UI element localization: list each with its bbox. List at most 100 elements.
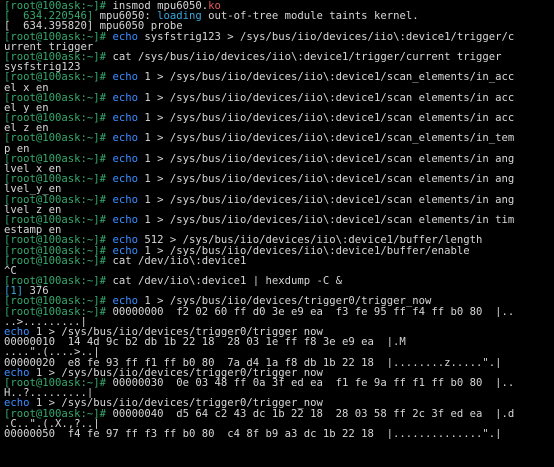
terminal-line: echo 1 > /sys/bus/iio/devices/trigger0/t… bbox=[4, 368, 554, 378]
terminal-line: [root@100ask:~]# echo 1 > /sys/bus/iio/d… bbox=[4, 296, 554, 306]
command-keyword: echo bbox=[4, 327, 30, 338]
command-text: cat /dev/iio\:device1 bbox=[106, 255, 247, 266]
command-text: 1 > /sys/bus/iio/devices/trigger0/trigge… bbox=[29, 327, 323, 338]
terminal-line: 00000050 f4 fe 97 ff f3 ff b0 80 c4 8f b… bbox=[4, 429, 554, 439]
terminal-line: lvel_y_en bbox=[4, 184, 554, 194]
command-keyword: echo bbox=[106, 194, 138, 205]
output-text: 00000050 f4 fe 97 ff f3 ff b0 80 c4 8f b… bbox=[4, 428, 502, 440]
output-text: H..?.........| bbox=[4, 388, 94, 399]
command-text: 1 > /sys/bus/iio/devices/iio\:device1/sc… bbox=[137, 133, 515, 144]
shell-prompt: [root@100ask:~]# bbox=[4, 377, 107, 389]
terminal-line: [root@100ask:~]# cat /sys/bus/iio/device… bbox=[4, 52, 554, 62]
output-text: urrent_trigger bbox=[4, 41, 94, 52]
terminal-line: 00000010 14 4d 9c b2 db 1b 22 18 28 03 1… bbox=[4, 337, 554, 347]
command-keyword: echo bbox=[106, 72, 138, 83]
output-text: el_x_en bbox=[4, 82, 49, 93]
shell-prompt: [root@100ask:~]# bbox=[4, 408, 107, 419]
terminal-line: estamp_en bbox=[4, 225, 554, 235]
file-extension: ko bbox=[208, 1, 221, 12]
output-text: ....".(....>..| bbox=[4, 347, 100, 358]
shell-prompt: [root@100ask:~]# bbox=[4, 133, 107, 144]
terminal-line: ..>.........| bbox=[4, 317, 554, 327]
output-text: estamp_en bbox=[4, 225, 62, 236]
command-keyword: echo bbox=[106, 113, 138, 124]
terminal-line: ....".(....>..| bbox=[4, 347, 554, 357]
terminal-window[interactable]: [root@100ask:~]# insmod mpu6050.ko[ 634.… bbox=[0, 0, 554, 467]
terminal-line: el_y_en bbox=[4, 103, 554, 113]
terminal-line: [ 634.220546] mpu6050: loading out-of-tr… bbox=[4, 11, 554, 21]
terminal-line: p_en bbox=[4, 144, 554, 154]
terminal-line: echo 1 > /sys/bus/iio/devices/trigger0/t… bbox=[4, 398, 554, 408]
command-text: 1 > /sys/bus/iio/devices/trigger0/trigge… bbox=[137, 296, 432, 307]
terminal-line: el_z_en bbox=[4, 123, 554, 133]
output-text: 00000010 14 4d 9c b2 db 1b 22 18 28 03 1… bbox=[4, 337, 406, 348]
shell-prompt: [root@100ask:~]# bbox=[4, 214, 107, 226]
terminal-line: ^C bbox=[4, 266, 554, 276]
terminal-line: [root@100ask:~]# cat /dev/iio\:device1 |… bbox=[4, 276, 554, 286]
command-keyword: echo bbox=[106, 235, 138, 246]
command-keyword: echo bbox=[106, 296, 138, 307]
command-text: 1 > /sys/bus/iio/devices/iio\:device1/sc… bbox=[137, 92, 515, 103]
kernel-timestamp: [ 634.220546] bbox=[4, 11, 94, 22]
shell-prompt: [root@100ask:~]# bbox=[4, 113, 107, 124]
terminal-line: [root@100ask:~]# echo 1 > /sys/bus/iio/d… bbox=[4, 195, 554, 205]
job-pid: 376 bbox=[23, 286, 49, 297]
output-text: lvel_x_en bbox=[4, 164, 62, 175]
shell-prompt: [root@100ask:~]# bbox=[4, 51, 107, 63]
job-number: [1] bbox=[4, 286, 24, 297]
output-text: [ 634.395820] mpu6050 probe bbox=[4, 21, 183, 32]
output-text: lvel_y_en bbox=[4, 184, 62, 195]
command-text: cat /dev/iio\:device1 | hexdump -C & bbox=[106, 276, 343, 287]
command-keyword: echo bbox=[106, 133, 138, 144]
terminal-line: [root@100ask:~]# echo 1 > /sys/bus/iio/d… bbox=[4, 246, 554, 256]
output-text: el_z_en bbox=[4, 123, 49, 134]
shell-prompt: [root@100ask:~]# bbox=[4, 1, 107, 12]
command-keyword: echo bbox=[106, 92, 138, 103]
command-keyword: echo bbox=[106, 174, 138, 185]
shell-prompt: [root@100ask:~]# bbox=[4, 235, 107, 246]
output-text: p_en bbox=[4, 143, 30, 154]
terminal-line: [root@100ask:~]# 00000030 0e 03 48 ff 0a… bbox=[4, 378, 554, 388]
command-text: 1 > /sys/bus/iio/devices/iio\:device1/sc… bbox=[137, 72, 515, 83]
terminal-line: [root@100ask:~]# insmod mpu6050.ko bbox=[4, 1, 554, 11]
terminal-line: urrent_trigger bbox=[4, 42, 554, 52]
command-keyword: echo bbox=[106, 214, 138, 226]
command-text: 1 > /sys/bus/iio/devices/trigger0/trigge… bbox=[29, 398, 323, 409]
shell-prompt: [root@100ask:~]# bbox=[4, 276, 107, 287]
terminal-line: H..?.........| bbox=[4, 388, 554, 398]
command-keyword: echo bbox=[4, 367, 30, 378]
shell-prompt: [root@100ask:~]# bbox=[4, 296, 107, 307]
terminal-line: [root@100ask:~]# echo 1 > /sys/bus/iio/d… bbox=[4, 133, 554, 143]
output-text: sysfstrig123 bbox=[4, 62, 81, 73]
terminal-line: echo 1 > /sys/bus/iio/devices/trigger0/t… bbox=[4, 327, 554, 337]
command-text: 1 > /sys/bus/iio/devices/iio\:device1/sc… bbox=[137, 174, 515, 185]
command-text: 1 > /sys/bus/iio/devices/trigger0/trigge… bbox=[29, 367, 323, 378]
terminal-line: el_x_en bbox=[4, 83, 554, 93]
command-text: 1 > /sys/bus/iio/devices/iio\:device1/sc… bbox=[137, 214, 515, 226]
command-text: 1 > /sys/bus/iio/devices/iio\:device1/sc… bbox=[137, 194, 515, 205]
shell-prompt: [root@100ask:~]# bbox=[4, 31, 107, 42]
terminal-line: [root@100ask:~]# echo sysfstrig123 > /sy… bbox=[4, 32, 554, 42]
shell-prompt: [root@100ask:~]# bbox=[4, 72, 107, 83]
output-text: lvel_z_en bbox=[4, 204, 62, 215]
terminal-line: [root@100ask:~]# echo 1 > /sys/bus/iio/d… bbox=[4, 72, 554, 82]
output-text: el_y_en bbox=[4, 102, 49, 114]
command-text: 00000040 d5 64 c2 43 dc 1b 22 18 28 03 5… bbox=[106, 408, 515, 419]
shell-prompt: [root@100ask:~]# bbox=[4, 306, 107, 317]
shell-prompt: [root@100ask:~]# bbox=[4, 255, 107, 266]
command-keyword: echo bbox=[106, 153, 138, 164]
shell-prompt: [root@100ask:~]# bbox=[4, 174, 107, 185]
kernel-message: out-of-tree module taints kernel. bbox=[201, 11, 419, 22]
command-keyword: echo bbox=[106, 31, 138, 42]
terminal-line: [root@100ask:~]# cat /dev/iio\:device1 bbox=[4, 256, 554, 266]
terminal-line: sysfstrig123 bbox=[4, 62, 554, 72]
kernel-highlight: loading bbox=[157, 11, 202, 22]
terminal-line: .C..".(.X.,?..| bbox=[4, 419, 554, 429]
command-text: 1 > /sys/bus/iio/devices/iio\:device1/sc… bbox=[137, 153, 515, 164]
terminal-line: [1] 376 bbox=[4, 286, 554, 296]
command-text: 512 > /sys/bus/iio/devices/iio\:device1/… bbox=[137, 235, 483, 246]
output-text: .C..".(.X.,?..| bbox=[4, 418, 100, 429]
terminal-line: [root@100ask:~]# echo 1 > /sys/bus/iio/d… bbox=[4, 174, 554, 184]
terminal-line: lvel_x_en bbox=[4, 164, 554, 174]
output-text: ^C bbox=[4, 265, 17, 277]
